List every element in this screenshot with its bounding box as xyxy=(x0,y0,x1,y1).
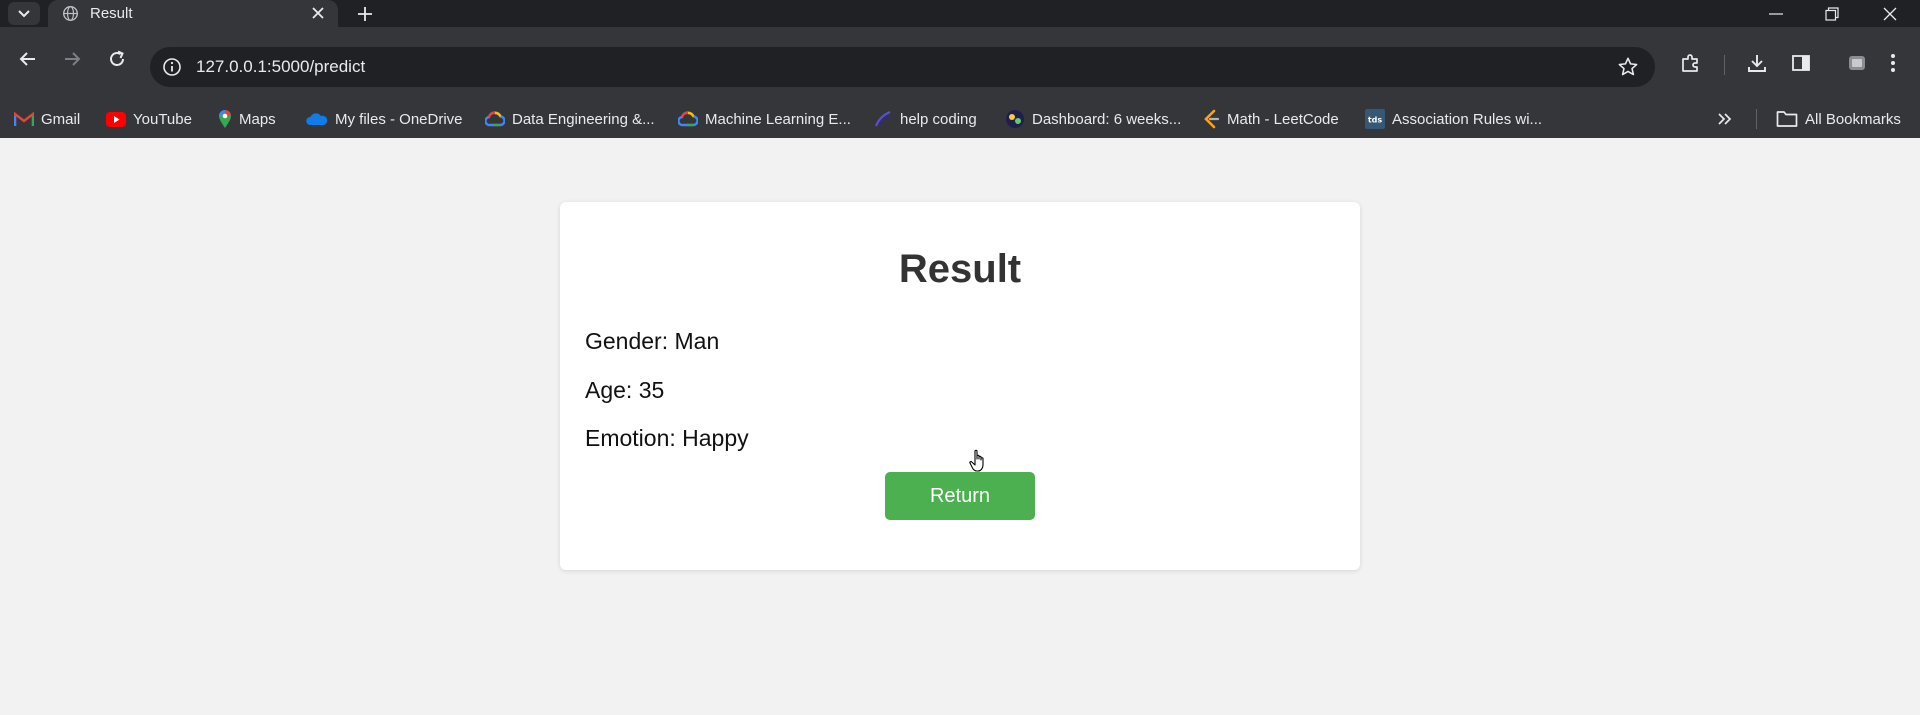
onedrive-icon xyxy=(306,113,328,125)
more-vertical-icon xyxy=(1891,54,1895,72)
google-cloud-icon xyxy=(485,111,505,127)
restore-icon xyxy=(1825,6,1839,21)
tab-close-button[interactable] xyxy=(308,3,328,23)
folder-icon xyxy=(1776,111,1798,127)
youtube-icon xyxy=(106,111,126,127)
download-icon xyxy=(1748,55,1766,72)
bookmark-label: My files - OneDrive xyxy=(335,110,463,128)
reload-icon xyxy=(110,50,124,66)
arrow-left-icon xyxy=(19,52,35,66)
emotion-result: Emotion: Happy xyxy=(585,425,749,451)
bookmark-label: Association Rules wi... xyxy=(1392,110,1543,128)
bookmarks-overflow-button[interactable] xyxy=(1718,108,1739,130)
age-result: Age: 35 xyxy=(585,377,665,403)
result-card: Result Gender: Man Age: 35 Emotion: Happ… xyxy=(560,202,1360,570)
close-icon xyxy=(1883,7,1897,20)
arrow-right-icon xyxy=(65,52,81,66)
close-window-button[interactable] xyxy=(1862,0,1918,27)
bookmark-label: Math - LeetCode xyxy=(1227,110,1339,128)
bookmark-label: YouTube xyxy=(133,110,192,128)
side-panel-icon xyxy=(1792,55,1810,71)
all-bookmarks-button[interactable]: All Bookmarks xyxy=(1776,108,1901,130)
browser-title-bar: Result xyxy=(0,0,1920,27)
bookmark-help-coding[interactable]: help coding xyxy=(873,108,977,130)
tds-icon-text: tds xyxy=(1368,116,1383,125)
bookmark-label: Maps xyxy=(239,110,276,128)
toolbar-divider xyxy=(1724,55,1725,75)
back-button[interactable] xyxy=(12,43,44,75)
globe-icon xyxy=(63,6,78,21)
profile-button[interactable] xyxy=(1844,50,1870,76)
side-panel-button[interactable] xyxy=(1788,50,1814,76)
maps-icon xyxy=(219,110,231,128)
site-info-icon[interactable] xyxy=(162,57,182,77)
chevron-down-icon xyxy=(18,9,30,17)
leetcode-icon xyxy=(1204,109,1220,129)
minimize-button[interactable] xyxy=(1748,0,1804,27)
bookmark-onedrive[interactable]: My files - OneDrive xyxy=(306,108,463,130)
restore-button[interactable] xyxy=(1804,0,1860,27)
bookmark-label: Data Engineering &... xyxy=(512,110,655,128)
bookmark-leetcode[interactable]: Math - LeetCode xyxy=(1202,108,1339,130)
bookmarks-bar: Gmail YouTube Maps My files - OneDrive D… xyxy=(0,100,1920,138)
bookmark-label: help coding xyxy=(900,110,977,128)
chevron-double-right-icon xyxy=(1718,113,1732,125)
bookmark-label: Gmail xyxy=(41,110,81,128)
bookmark-data-engineering[interactable]: Data Engineering &... xyxy=(485,108,655,130)
address-bar[interactable]: 127.0.0.1:5000/predict xyxy=(150,47,1655,87)
bookmark-gmail[interactable]: Gmail xyxy=(14,108,80,130)
reload-button[interactable] xyxy=(101,43,133,75)
gender-result: Gender: Man xyxy=(585,328,720,354)
google-cloud-icon xyxy=(678,111,698,127)
profile-icon xyxy=(1849,56,1865,70)
bookmark-label: Dashboard: 6 weeks... xyxy=(1032,110,1182,128)
all-bookmarks-label: All Bookmarks xyxy=(1805,110,1901,128)
bookmarks-divider xyxy=(1756,109,1757,129)
plus-icon xyxy=(358,7,372,21)
page-title: Result xyxy=(898,247,1022,291)
minimize-icon xyxy=(1769,12,1783,15)
gmail-icon xyxy=(14,111,34,126)
puzzle-icon xyxy=(1682,54,1698,72)
forward-button[interactable] xyxy=(56,43,88,75)
page-content: Result Gender: Man Age: 35 Emotion: Happ… xyxy=(0,138,1920,715)
bookmark-association-rules[interactable]: tds Association Rules wi... xyxy=(1365,108,1542,130)
url-text[interactable]: 127.0.0.1:5000/predict xyxy=(196,57,365,77)
extensions-button[interactable] xyxy=(1678,50,1704,76)
dashboard-site-icon xyxy=(1006,110,1024,128)
star-icon[interactable] xyxy=(1617,56,1639,78)
browser-tab-active[interactable]: Result xyxy=(48,0,338,27)
bookmark-label: Machine Learning E... xyxy=(705,110,851,128)
bookmark-dashboard[interactable]: Dashboard: 6 weeks... xyxy=(1005,108,1181,130)
bookmark-youtube[interactable]: YouTube xyxy=(106,108,192,130)
new-tab-button[interactable] xyxy=(354,3,376,25)
browser-toolbar: 127.0.0.1:5000/predict xyxy=(0,27,1920,107)
bookmark-maps[interactable]: Maps xyxy=(218,108,276,130)
return-button[interactable]: Return xyxy=(885,472,1035,520)
close-icon xyxy=(312,7,324,19)
tab-search-button[interactable] xyxy=(8,2,40,25)
downloads-button[interactable] xyxy=(1744,50,1770,76)
hand-pointer-icon xyxy=(969,449,984,472)
tds-icon: tds xyxy=(1365,109,1385,129)
link-icon xyxy=(874,110,891,127)
tab-title: Result xyxy=(90,5,133,22)
menu-button[interactable] xyxy=(1880,50,1906,76)
bookmark-machine-learning[interactable]: Machine Learning E... xyxy=(678,108,851,130)
